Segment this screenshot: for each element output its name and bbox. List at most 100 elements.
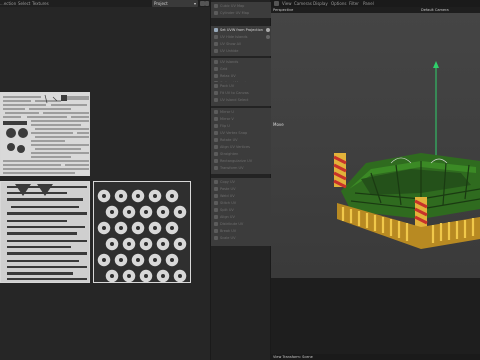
command-icon — [214, 110, 218, 114]
uv-menu-selection[interactable]: ...ection — [0, 0, 16, 7]
cmd-group: Mirror U Mirror V Flip U UV Vertex Snap … — [211, 108, 272, 174]
cmd-item[interactable]: UV Unhide — [211, 48, 272, 55]
3d-viewport[interactable]: View Cameras Display Options Filter Pane… — [271, 0, 480, 360]
uv-menu-select[interactable]: Select — [18, 0, 30, 7]
uv-island-bottom-right[interactable] — [93, 181, 191, 283]
cmd-item-label: Pack UV — [220, 84, 235, 88]
command-icon — [214, 42, 218, 46]
cmd-group: Pack UV Fit UV to Canvas UV Island Selec… — [211, 82, 272, 106]
command-icon — [214, 11, 218, 15]
command-icon — [214, 124, 218, 128]
uv-menu-textures[interactable]: Textures — [32, 0, 49, 7]
cmd-item[interactable]: UV Islands — [211, 59, 272, 66]
cmd-item[interactable]: Relax UV — [211, 73, 272, 80]
cmd-item[interactable]: Fit UV to Canvas — [211, 90, 272, 97]
viewport-menu-options[interactable]: Options — [331, 0, 346, 7]
cmd-item-label: Cubic UV Map — [220, 4, 245, 8]
cmd-item[interactable]: Copy UV — [211, 179, 272, 186]
uv-project-select[interactable]: Project ▾ — [152, 0, 198, 7]
cmd-item-label: Cylinder UV Map — [220, 11, 250, 15]
cmd-item-label: Mirror U — [220, 110, 234, 114]
cmd-item[interactable]: Grid — [211, 66, 272, 73]
command-icon — [214, 98, 218, 102]
uv-tool-icon[interactable] — [205, 1, 209, 6]
cmd-item-label: UV Unhide — [220, 49, 239, 53]
command-icon — [214, 201, 218, 205]
viewport-menubar: View Cameras Display Options Filter Pane… — [271, 0, 480, 7]
command-icon — [214, 28, 218, 32]
cmd-item[interactable]: Cylinder UV Map — [211, 10, 272, 17]
cmd-item[interactable]: UV Show All — [211, 41, 272, 48]
cmd-item-label: UV Islands — [220, 60, 239, 64]
command-icon — [214, 229, 218, 233]
app-window: ...ection Select Textures Project ▾ Cubi… — [0, 0, 480, 360]
cmd-item-label: Weld UV — [220, 194, 235, 198]
cmd-item[interactable]: Transform UV — [211, 165, 272, 172]
cmd-item-label: Transform UV — [220, 166, 244, 170]
cmd-item-label: Relax UV — [220, 74, 236, 78]
cmd-item[interactable]: Scale UV — [211, 235, 272, 242]
uv-editor-panel[interactable]: ...ection Select Textures Project ▾ — [0, 0, 210, 360]
cmd-item-label: UV Show All — [220, 42, 241, 46]
cmd-item[interactable]: Split UV — [211, 207, 272, 214]
cmd-item[interactable]: UV Island Select — [211, 97, 272, 104]
command-icon — [214, 208, 218, 212]
cmd-item[interactable]: Rotate UV — [211, 137, 272, 144]
command-icon — [214, 180, 218, 184]
y-axis-arrow-icon[interactable] — [433, 61, 439, 68]
cmd-item-label: Grid — [220, 67, 228, 71]
cmd-item-label: Stitch UV — [220, 201, 237, 205]
viewport-menu-view[interactable]: View — [282, 0, 292, 7]
uv-editor-menubar: ...ection Select Textures Project ▾ — [0, 0, 210, 7]
cmd-group: Cubic UV Map Cylinder UV Map — [211, 2, 272, 18]
cmd-item[interactable]: Align UV — [211, 214, 272, 221]
cmd-item[interactable]: Distribute UV — [211, 221, 272, 228]
cmd-item-label: Break UV — [220, 229, 237, 233]
cmd-item[interactable]: Paste UV — [211, 186, 272, 193]
cmd-item-set-uvw[interactable]: Set UVW from Projection — [211, 27, 272, 34]
viewport-menu-cameras[interactable]: Cameras — [294, 0, 312, 7]
uv-island-disc-grid — [94, 182, 190, 282]
viewport-menu-display[interactable]: Display — [313, 0, 328, 7]
cmd-item[interactable]: Cubic UV Map — [211, 3, 272, 10]
cmd-item[interactable]: Break UV — [211, 228, 272, 235]
cmd-item[interactable]: Stitch UV — [211, 200, 272, 207]
cmd-item[interactable]: Weld UV — [211, 193, 272, 200]
cmd-item[interactable]: Flip U — [211, 123, 272, 130]
gear-icon[interactable] — [266, 35, 270, 39]
cmd-group: Set UVW from Projection UV Hide Islands … — [211, 26, 272, 56]
command-icon — [214, 159, 218, 163]
cmd-item[interactable]: UV Vertex Snap — [211, 130, 272, 137]
cmd-item-label: Split UV — [220, 208, 234, 212]
command-icon — [214, 236, 218, 240]
command-icon — [214, 166, 218, 170]
cmd-item[interactable]: UV Hide Islands — [211, 34, 272, 41]
command-icon — [214, 117, 218, 121]
cmd-item[interactable]: Rectangularize UV — [211, 158, 272, 165]
cmd-item-label: Rectangularize UV — [220, 159, 253, 163]
cmd-item[interactable]: Align UV Vertices — [211, 144, 272, 151]
cmd-item[interactable]: Mirror V — [211, 116, 272, 123]
viewport-menu-panel[interactable]: Panel — [363, 0, 374, 7]
cmd-item[interactable]: Mirror U — [211, 109, 272, 116]
gear-icon[interactable] — [266, 28, 270, 32]
command-icon — [214, 152, 218, 156]
viewport-layout-icon[interactable] — [274, 1, 279, 6]
uv-island-top-mesh — [3, 94, 89, 174]
tractor-implement-model[interactable] — [271, 13, 480, 278]
viewport-status-text: View Transform: Scene — [273, 355, 313, 359]
viewport-menu-filter[interactable]: Filter — [349, 0, 359, 7]
command-icon — [214, 215, 218, 219]
uv-island-top[interactable] — [0, 92, 90, 176]
cmd-item[interactable]: Pack UV — [211, 83, 272, 90]
command-icon — [214, 131, 218, 135]
uv-island-bottom-left-mesh — [7, 184, 87, 280]
uv-island-bottom-left[interactable] — [0, 181, 90, 283]
chevron-down-icon: ▾ — [193, 1, 196, 6]
viewport-scene[interactable]: Move — [271, 13, 480, 278]
command-icon — [214, 91, 218, 95]
cmd-item[interactable]: Straighten — [211, 151, 272, 158]
command-icon — [214, 74, 218, 78]
cmd-item-label: Distribute UV — [220, 222, 244, 226]
command-icon — [214, 35, 218, 39]
